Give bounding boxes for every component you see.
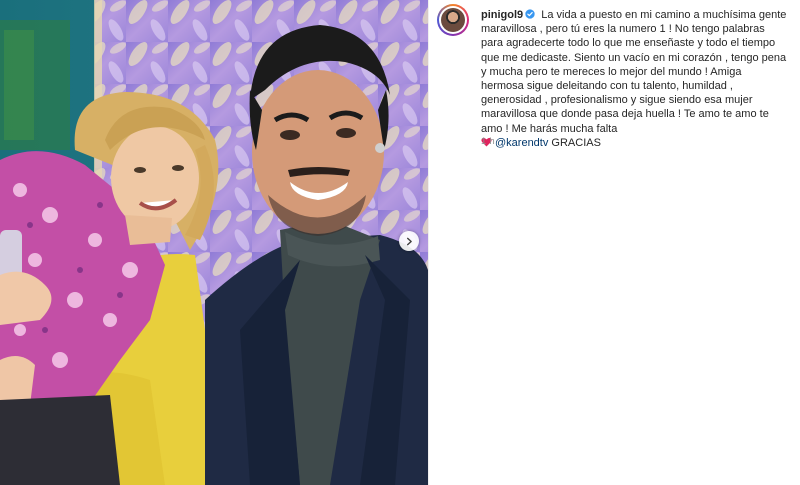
post-photo[interactable]	[0, 0, 428, 485]
caption-closing: GRACIAS	[551, 136, 601, 149]
avatar-image	[441, 8, 465, 32]
chevron-right-icon	[406, 237, 412, 245]
username-link[interactable]: pinigol9	[481, 9, 523, 21]
caption-text-block: pinigol9 La vida a puesto en mi camino a…	[481, 8, 787, 150]
caption-row: pinigol9 La vida a puesto en mi camino a…	[437, 4, 793, 150]
caption-body: La vida a puesto en mi camino a muchísim…	[481, 9, 787, 135]
post-caption-panel: pinigol9 La vida a puesto en mi camino a…	[428, 0, 800, 485]
mention-link[interactable]: @karendtv	[495, 137, 548, 149]
verified-badge-icon	[525, 9, 535, 19]
avatar[interactable]	[437, 4, 469, 36]
selfie-photo	[0, 0, 428, 485]
post-timestamp[interactable]: 1 h	[481, 136, 495, 147]
instagram-post: pinigol9 La vida a puesto en mi camino a…	[0, 0, 800, 485]
next-photo-button[interactable]	[399, 231, 419, 251]
